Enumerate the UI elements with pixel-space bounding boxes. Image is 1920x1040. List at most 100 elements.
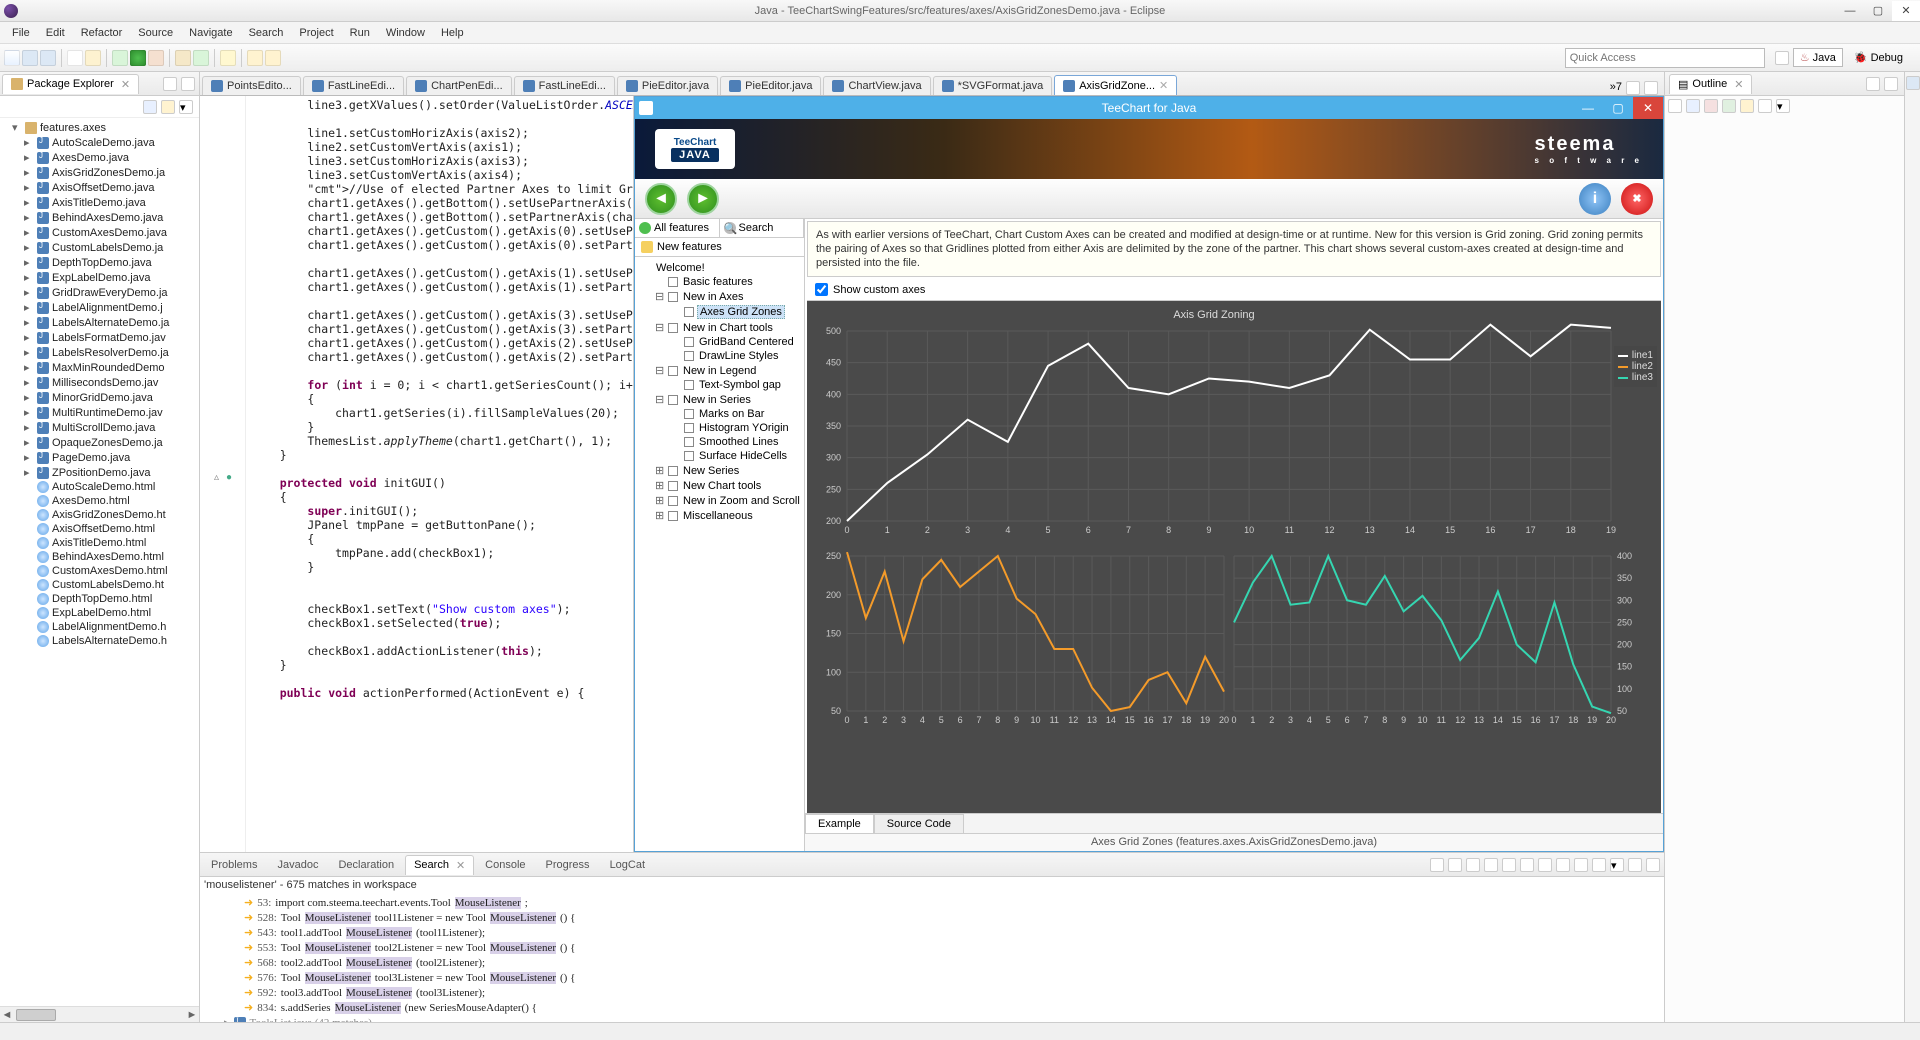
file-node[interactable]: ▸MultiRuntimeDemo.jav (0, 405, 199, 420)
view-menu-icon[interactable]: ▾ (1776, 99, 1790, 113)
new-pkg-icon[interactable] (175, 50, 191, 66)
tree-node[interactable]: Smoothed Lines (637, 435, 802, 449)
history-icon[interactable] (1466, 858, 1480, 872)
search-result-row[interactable]: ➜ 543: tool1.addToolMouseListener(tool1L… (204, 925, 1660, 940)
tree-node[interactable]: ⊟New in Legend (637, 363, 802, 378)
file-node[interactable]: ▸MaxMinRoundedDemo (0, 360, 199, 375)
file-node[interactable]: ▸MinorGridDemo.java (0, 390, 199, 405)
tree-node[interactable]: ⊟New in Axes (637, 289, 802, 304)
save-all-icon[interactable] (40, 50, 56, 66)
file-node[interactable]: LabelsAlternateDemo.h (0, 634, 199, 648)
maximize-view-icon[interactable] (1884, 77, 1898, 91)
outline-tab[interactable]: ▤ Outline ✕ (1669, 74, 1752, 94)
file-node[interactable]: ▸AxesDemo.java (0, 150, 199, 165)
tree-node[interactable]: Marks on Bar (637, 407, 802, 421)
menu-help[interactable]: Help (433, 25, 472, 41)
search-tab[interactable]: 🔍Search (720, 219, 805, 237)
bottom-tab-search[interactable]: Search ✕ (405, 855, 474, 875)
hide-fields-icon[interactable] (1704, 99, 1718, 113)
menu-edit[interactable]: Edit (38, 25, 73, 41)
horizontal-scrollbar[interactable]: ◄► (0, 1006, 199, 1022)
menu-run[interactable]: Run (342, 25, 378, 41)
fwd-icon[interactable] (265, 50, 281, 66)
search-icon[interactable] (220, 50, 236, 66)
tree-node[interactable]: ⊞New Series (637, 463, 802, 478)
package-node[interactable]: ▾features.axes (0, 120, 199, 135)
view-menu-icon[interactable]: ▾ (179, 100, 193, 114)
file-node[interactable]: AxisGridZonesDemo.ht (0, 508, 199, 522)
search-result-row[interactable]: ➜ 834: s.addSeriesMouseListener(new Seri… (204, 1000, 1660, 1015)
menu-window[interactable]: Window (378, 25, 433, 41)
file-node[interactable]: ▸MillisecondsDemo.jav (0, 375, 199, 390)
search-result-row[interactable]: ➜ 568: tool2.addToolMouseListener(tool2L… (204, 955, 1660, 970)
maximize-view-icon[interactable] (181, 77, 195, 91)
file-node[interactable]: ▸GridDrawEveryDemo.ja (0, 285, 199, 300)
maximize-editor-icon[interactable] (1644, 81, 1658, 95)
file-node[interactable]: ▸LabelsAlternateDemo.ja (0, 315, 199, 330)
wand-icon[interactable] (85, 50, 101, 66)
link-editor-icon[interactable] (161, 100, 175, 114)
code-text[interactable]: line3.getXValues().setOrder(ValueListOrd… (246, 96, 633, 852)
debug-perspective-button[interactable]: 🐞Debug (1847, 48, 1910, 67)
menu-navigate[interactable]: Navigate (181, 25, 240, 41)
file-node[interactable]: ▸ZPositionDemo.java (0, 465, 199, 480)
remove-icon[interactable] (1574, 858, 1588, 872)
tee-close-button[interactable]: ✕ (1633, 97, 1663, 119)
file-node[interactable]: ▸CustomLabelsDemo.ja (0, 240, 199, 255)
close-icon[interactable]: ✕ (121, 78, 130, 91)
nav-forward-button[interactable]: ► (687, 183, 719, 215)
quick-access-input[interactable] (1565, 48, 1765, 68)
search-result-row[interactable]: ➜ 53: import com.steema.teechart.events.… (204, 895, 1660, 910)
build-icon[interactable] (67, 50, 83, 66)
menu-search[interactable]: Search (241, 25, 292, 41)
hide-local-icon[interactable] (1758, 99, 1772, 113)
search-result-row[interactable]: ➜ 592: tool3.addToolMouseListener(tool3L… (204, 985, 1660, 1000)
tree-node[interactable]: GridBand Centered (637, 335, 802, 349)
editor-tab[interactable]: PieEditor.java (617, 76, 718, 95)
collapse-icon[interactable] (1502, 858, 1516, 872)
file-node[interactable]: ▸AxisOffsetDemo.java (0, 180, 199, 195)
run-icon[interactable] (130, 50, 146, 66)
file-node[interactable]: ▸LabelsFormatDemo.jav (0, 330, 199, 345)
file-node[interactable]: ▸MultiScrollDemo.java (0, 420, 199, 435)
run-ext-icon[interactable] (148, 50, 164, 66)
search-result-row[interactable]: ➜ 576: ToolMouseListener tool3Listener =… (204, 970, 1660, 985)
tree-node[interactable]: ⊞Miscellaneous (637, 508, 802, 523)
overflow-tabs[interactable]: »7 (1610, 81, 1622, 95)
editor-tab[interactable]: PieEditor.java (720, 76, 821, 95)
file-node[interactable]: ▸AxisGridZonesDemo.ja (0, 165, 199, 180)
exit-button[interactable]: ✖ (1621, 183, 1653, 215)
tree-node[interactable]: ⊞New in Zoom and Scroll (637, 493, 802, 508)
cancel-icon[interactable] (1448, 858, 1462, 872)
minimize-button[interactable]: — (1836, 1, 1864, 21)
file-node[interactable]: AxisTitleDemo.html (0, 536, 199, 550)
sort-icon[interactable] (1668, 99, 1682, 113)
close-icon[interactable]: ✕ (1734, 78, 1743, 91)
editor-tab[interactable]: *SVGFormat.java (933, 76, 1053, 95)
search-result-row[interactable]: ➜ 553: ToolMouseListener tool2Listener =… (204, 940, 1660, 955)
tee-maximize-button[interactable]: ▢ (1603, 97, 1633, 119)
next-icon[interactable] (1538, 858, 1552, 872)
new-icon[interactable] (4, 50, 20, 66)
bottom-tab-console[interactable]: Console (476, 855, 534, 874)
search-file-group[interactable]: ▸ ToolsList.java (42 matches) (204, 1015, 1660, 1022)
file-node[interactable]: ▸AxisTitleDemo.java (0, 195, 199, 210)
file-node[interactable]: ▸BehindAxesDemo.java (0, 210, 199, 225)
java-perspective-button[interactable]: ♨Java (1793, 48, 1843, 67)
bottom-tab-declaration[interactable]: Declaration (329, 855, 403, 874)
feature-tree[interactable]: Welcome!Basic features⊟New in AxesAxes G… (635, 257, 804, 851)
min-icon[interactable] (1628, 858, 1642, 872)
new-features-row[interactable]: New features (635, 238, 804, 257)
file-node[interactable]: ▸ExpLabelDemo.java (0, 270, 199, 285)
rerun-icon[interactable] (1430, 858, 1444, 872)
file-node[interactable]: CustomAxesDemo.html (0, 564, 199, 578)
filter-icon[interactable] (1686, 99, 1700, 113)
example-tab[interactable]: Example (805, 814, 874, 833)
menu-file[interactable]: File (4, 25, 38, 41)
hide-static-icon[interactable] (1722, 99, 1736, 113)
tee-minimize-button[interactable]: — (1573, 97, 1603, 119)
close-button[interactable]: ✕ (1892, 1, 1920, 21)
tree-node[interactable]: Surface HideCells (637, 449, 802, 463)
bottom-tab-problems[interactable]: Problems (202, 855, 266, 874)
trim-icon[interactable] (1906, 76, 1920, 90)
